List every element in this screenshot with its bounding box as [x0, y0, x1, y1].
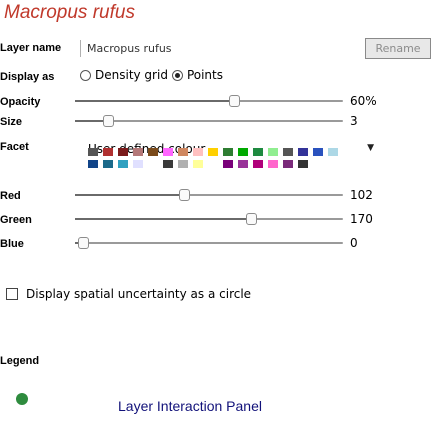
green-label: Green [0, 214, 32, 226]
colour-swatch[interactable] [328, 160, 338, 168]
colour-swatch[interactable] [163, 148, 173, 156]
blue-slider[interactable] [75, 236, 343, 250]
colour-swatch[interactable] [103, 148, 113, 156]
colour-swatch[interactable] [88, 160, 98, 168]
slider-track-fill [75, 218, 251, 220]
colour-swatch[interactable] [118, 148, 128, 156]
opacity-slider[interactable] [75, 94, 343, 108]
colour-swatch[interactable] [193, 148, 203, 156]
uncertainty-checkbox-row[interactable]: Display spatial uncertainty as a circle [6, 287, 251, 301]
slider-track [75, 120, 343, 122]
slider-track-fill [75, 194, 184, 196]
page-title: Macropus rufus [4, 2, 135, 23]
colour-swatch[interactable] [163, 160, 173, 168]
green-slider[interactable] [75, 212, 343, 226]
colour-swatch[interactable] [193, 160, 203, 168]
legend-point-icon [16, 393, 28, 405]
colour-swatch[interactable] [148, 148, 158, 156]
colour-swatch[interactable] [178, 148, 188, 156]
colour-swatch[interactable] [118, 160, 128, 168]
slider-thumb[interactable] [78, 237, 89, 249]
slider-thumb[interactable] [179, 189, 190, 201]
size-label: Size [0, 116, 23, 128]
density-grid-label: Density grid [95, 68, 168, 82]
blue-value: 0 [350, 236, 358, 250]
blue-label: Blue [0, 238, 24, 250]
colour-swatch[interactable] [268, 160, 278, 168]
colour-swatch[interactable] [178, 160, 188, 168]
rename-button[interactable]: Rename [365, 38, 431, 59]
colour-swatch[interactable] [283, 160, 293, 168]
colour-swatch[interactable] [313, 148, 323, 156]
colour-swatch[interactable] [208, 148, 218, 156]
opacity-label: Opacity [0, 96, 41, 108]
slider-thumb[interactable] [229, 95, 240, 107]
legend-label: Legend [0, 355, 40, 367]
colour-palette [88, 148, 358, 168]
points-radio[interactable]: Points [171, 68, 227, 82]
layer-name-label: Layer name [0, 42, 62, 54]
uncertainty-label: Display spatial uncertainty as a circle [26, 287, 252, 301]
uncertainty-checkbox[interactable] [6, 288, 18, 300]
display-as-label: Display as [0, 71, 55, 83]
colour-swatch[interactable] [313, 160, 323, 168]
slider-thumb[interactable] [246, 213, 257, 225]
colour-swatch[interactable] [268, 148, 278, 156]
slider-track [75, 242, 343, 244]
slider-thumb[interactable] [103, 115, 114, 127]
colour-swatch[interactable] [223, 148, 233, 156]
density-grid-radio[interactable]: Density grid [80, 68, 172, 82]
colour-swatch[interactable] [133, 148, 143, 156]
colour-swatch[interactable] [223, 160, 233, 168]
colour-swatch[interactable] [298, 148, 308, 156]
opacity-value: 60% [350, 94, 377, 108]
chevron-down-icon: ▼ [367, 143, 374, 153]
radio-unchecked-icon [80, 69, 91, 81]
colour-swatch[interactable] [148, 160, 158, 168]
layer-name-input[interactable] [80, 40, 360, 57]
size-value: 3 [350, 114, 358, 128]
slider-track-fill [75, 100, 234, 102]
red-slider[interactable] [75, 188, 343, 202]
colour-swatch[interactable] [238, 160, 248, 168]
red-label: Red [0, 190, 21, 202]
colour-swatch[interactable] [283, 148, 293, 156]
display-as-radio-group: Density grid Points [80, 68, 227, 82]
green-value: 170 [350, 212, 373, 226]
colour-swatch[interactable] [88, 148, 98, 156]
size-slider[interactable] [75, 114, 343, 128]
radio-checked-icon [171, 69, 183, 81]
colour-swatch[interactable] [298, 160, 308, 168]
red-value: 102 [350, 188, 373, 202]
points-label: Points [186, 68, 223, 82]
colour-swatch[interactable] [328, 148, 338, 156]
colour-swatch[interactable] [238, 148, 248, 156]
colour-swatch[interactable] [133, 160, 143, 168]
colour-swatch[interactable] [103, 160, 113, 168]
facet-label: Facet [0, 141, 29, 153]
colour-swatch[interactable] [253, 160, 263, 168]
layer-interaction-panel-title: Layer Interaction Panel [118, 398, 262, 414]
colour-swatch[interactable] [253, 148, 263, 156]
colour-swatch[interactable] [208, 160, 218, 168]
